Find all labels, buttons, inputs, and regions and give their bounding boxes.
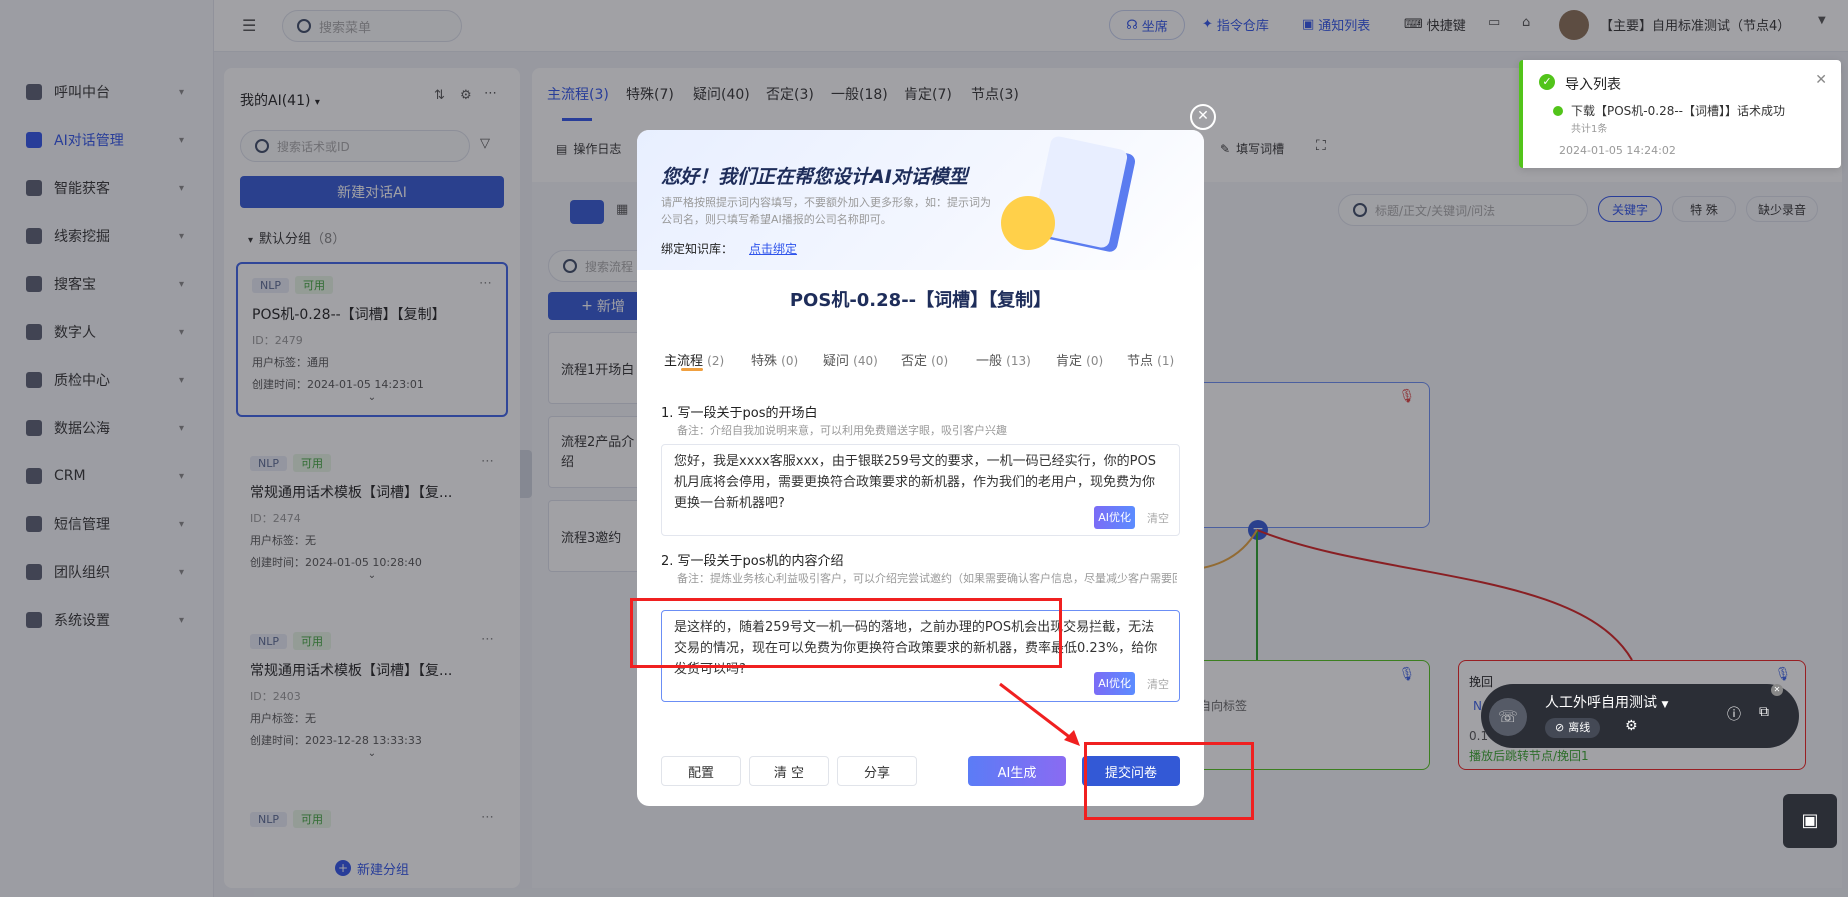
modal-tab-node[interactable]: 节点 (1) bbox=[1127, 350, 1174, 369]
modal-hint: 请严格按照提示词内容填写，不要额外加入更多形象，如：提示词为公司名，则只填写希望… bbox=[661, 196, 991, 226]
phone-icon[interactable]: ☏ bbox=[1489, 698, 1527, 736]
annotation-arrow bbox=[999, 682, 1080, 746]
notification-time: 2024-01-05 14:24:02 bbox=[1559, 144, 1676, 157]
ai-design-modal: 您好！我们正在帮您设计AI对话模型 请严格按照提示词内容填写，不要额外加入更多形… bbox=[637, 130, 1204, 806]
tab-label: 疑问 bbox=[823, 354, 850, 369]
chat-support-icon[interactable]: ▣ bbox=[1783, 794, 1837, 848]
bind-kb-link[interactable]: 点击绑定 bbox=[749, 240, 797, 257]
arrow-head bbox=[1064, 730, 1080, 746]
agent-selector[interactable]: 人工外呼自用测试 ▼ bbox=[1545, 692, 1668, 712]
ai-optimize-button[interactable]: AI优化 bbox=[1094, 672, 1135, 695]
modal-tab-special[interactable]: 特殊 (0) bbox=[751, 350, 798, 369]
modal-tab-general[interactable]: 一般 (13) bbox=[976, 350, 1031, 369]
modal-greeting: 您好！我们正在帮您设计AI对话模型 bbox=[661, 166, 968, 188]
active-tab-indicator bbox=[681, 368, 703, 371]
tab-count: (40) bbox=[853, 354, 878, 368]
ai-generate-button[interactable]: AI生成 bbox=[968, 756, 1066, 786]
modal-tab-main[interactable]: 主流程 (2) bbox=[664, 350, 724, 369]
question-2-note: 备注：提炼业务核心利益吸引客户，可以介绍完尝试邀约（如果需要确认客户信息，尽量减… bbox=[677, 572, 1177, 585]
kb-label: 绑定知识库： bbox=[661, 242, 734, 256]
question-1-text: 您好，我是xxxx客服xxx，由于银联259号文的要求，一机一码已经实行，你的P… bbox=[674, 454, 1156, 511]
highlight-box bbox=[1084, 742, 1254, 820]
check-circle-icon: ✓ bbox=[1539, 74, 1555, 90]
share-button[interactable]: 分享 bbox=[837, 756, 917, 786]
tab-label: 主流程 bbox=[664, 354, 704, 369]
success-dot-icon bbox=[1553, 106, 1563, 116]
document-illustration bbox=[1001, 130, 1137, 266]
modal-tab-negative[interactable]: 否定 (0) bbox=[901, 350, 948, 369]
notification-sub: 共计1条 bbox=[1571, 124, 1608, 135]
question-1-title: 1. 写一段关于pos的开场白 bbox=[661, 406, 818, 421]
tab-count: (0) bbox=[781, 354, 799, 368]
tab-label: 一般 bbox=[976, 354, 1003, 369]
arrow-line bbox=[999, 682, 1077, 744]
modal-title: POS机-0.28--【词槽】【复制】 bbox=[789, 290, 1052, 311]
ai-optimize-button[interactable]: AI优化 bbox=[1094, 506, 1135, 529]
close-icon[interactable]: ✕ bbox=[1815, 72, 1827, 88]
close-icon[interactable]: ✕ bbox=[1771, 684, 1783, 696]
tab-label: 肯定 bbox=[1056, 354, 1083, 369]
question-2-title: 2. 写一段关于pos机的内容介绍 bbox=[661, 554, 844, 569]
tab-count: (0) bbox=[931, 354, 949, 368]
tab-label: 否定 bbox=[901, 354, 928, 369]
caret-down-icon: ▼ bbox=[1661, 700, 1669, 710]
popout-icon[interactable]: ⧉ bbox=[1759, 704, 1769, 720]
question-1-note: 备注：介绍自我加说明来意，可以利用免费赠送字眼，吸引客户兴趣 bbox=[677, 424, 1007, 437]
chat-bubble-icon bbox=[1001, 196, 1055, 250]
clear-button[interactable]: 清空 bbox=[1147, 674, 1169, 695]
question-1-textarea[interactable]: 您好，我是xxxx客服xxx，由于银联259号文的要求，一机一码已经实行，你的P… bbox=[661, 444, 1180, 536]
import-notification: ✓ 导入列表 ✕ 下载【POS机-0.28--【词槽】】话术成功 共计1条 20… bbox=[1519, 60, 1841, 168]
status-badge[interactable]: ⊘ 离线 bbox=[1545, 718, 1601, 738]
tab-label: 节点 bbox=[1127, 354, 1154, 369]
call-widget: ☏ 人工外呼自用测试 ▼ ⊘ 离线 ⚙ ⓘ ⧉ ✕ bbox=[1481, 684, 1799, 748]
clear-button[interactable]: 清空 bbox=[1147, 508, 1169, 529]
clear-all-button[interactable]: 清 空 bbox=[749, 756, 829, 786]
agent-name: 人工外呼自用测试 bbox=[1545, 695, 1657, 711]
tab-label: 特殊 bbox=[751, 354, 778, 369]
info-icon[interactable]: ⓘ bbox=[1727, 704, 1741, 724]
highlight-box bbox=[630, 598, 1062, 668]
modal-tab-question[interactable]: 疑问 (40) bbox=[823, 350, 878, 369]
tab-count: (1) bbox=[1157, 354, 1175, 368]
notification-item: 下载【POS机-0.28--【词槽】】话术成功 bbox=[1571, 104, 1786, 118]
status-text: 离线 bbox=[1568, 721, 1591, 734]
tab-count: (13) bbox=[1006, 354, 1031, 368]
modal-tab-positive[interactable]: 肯定 (0) bbox=[1056, 350, 1103, 369]
modal-close-icon[interactable]: ✕ bbox=[1190, 104, 1216, 130]
config-button[interactable]: 配置 bbox=[661, 756, 741, 786]
tab-count: (2) bbox=[707, 354, 725, 368]
tab-count: (0) bbox=[1086, 354, 1104, 368]
gear-icon[interactable]: ⚙ bbox=[1625, 718, 1638, 734]
notification-title: 导入列表 bbox=[1565, 77, 1621, 93]
offline-icon: ⊘ bbox=[1555, 721, 1565, 734]
